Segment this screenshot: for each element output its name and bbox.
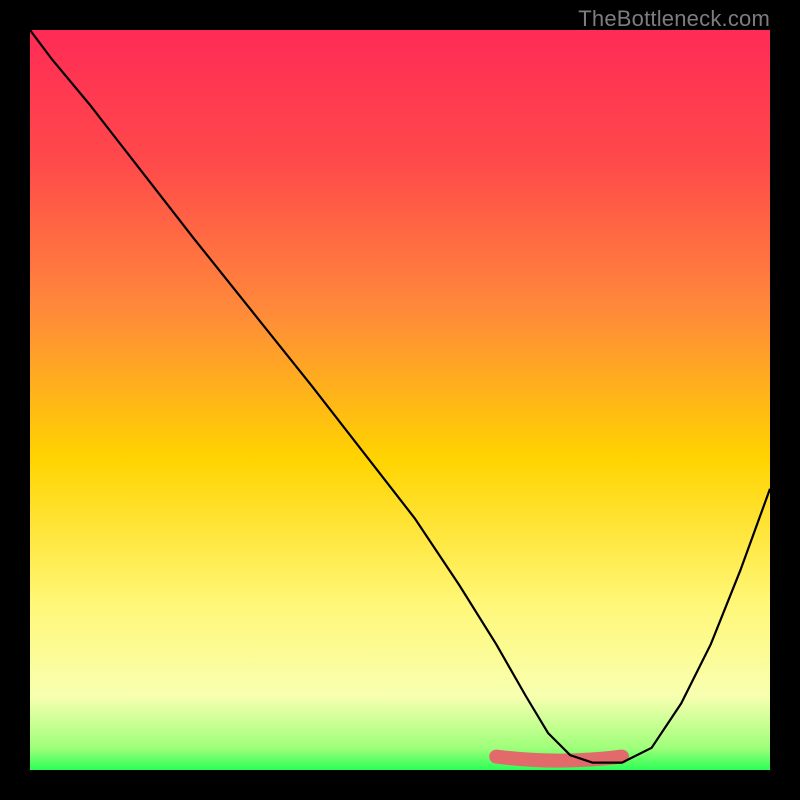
plot-area (30, 30, 770, 770)
bottleneck-curve (30, 30, 770, 763)
watermark-text: TheBottleneck.com (578, 6, 770, 32)
curve-layer (30, 30, 770, 770)
chart-frame: TheBottleneck.com (0, 0, 800, 800)
highlight-band (496, 757, 622, 761)
